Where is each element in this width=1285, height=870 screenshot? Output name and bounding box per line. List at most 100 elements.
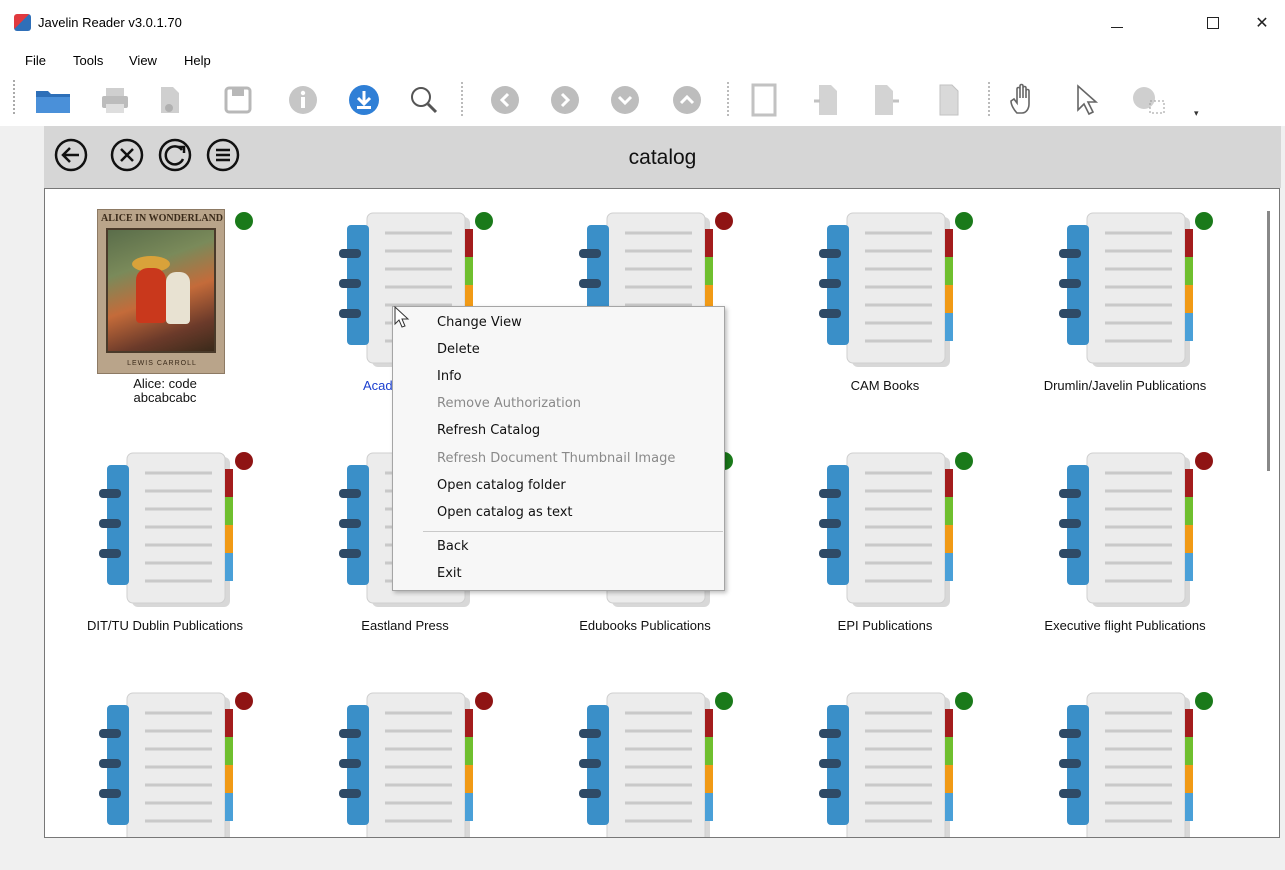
mouse-cursor-icon — [394, 306, 410, 328]
open-folder-icon — [36, 91, 70, 113]
catalog-thumbnail[interactable] — [87, 679, 242, 837]
catalog-thumbnail[interactable] — [1047, 679, 1202, 837]
context-menu: Change View Delete Info Remove Authoriza… — [392, 306, 725, 591]
menu-item-exit[interactable]: Exit — [437, 566, 462, 581]
minimize-icon — [1111, 26, 1123, 28]
status-area — [0, 839, 1285, 870]
select-tool-icon — [1077, 84, 1099, 116]
minimize-button[interactable] — [1094, 8, 1140, 38]
menu-view[interactable]: View — [129, 53, 157, 68]
status-indicator-icon — [475, 212, 493, 230]
up-button[interactable] — [667, 80, 707, 120]
up-icon — [673, 86, 701, 114]
menu-file[interactable]: File — [25, 53, 46, 68]
catalog-tile[interactable] — [45, 679, 285, 837]
vertical-scrollbar[interactable] — [1267, 211, 1270, 471]
catalog-tile[interactable]: EPI Publications — [765, 439, 1005, 669]
menu-help[interactable]: Help — [184, 53, 211, 68]
catalog-tile[interactable] — [285, 679, 525, 837]
status-indicator-icon — [955, 692, 973, 710]
book-cover[interactable]: ALICE IN WONDERLAND LEWIS CARROLL — [97, 209, 225, 374]
page-width-icon — [939, 84, 959, 116]
catalog-thumbnail[interactable] — [807, 679, 962, 837]
catalog-thumbnail[interactable] — [1047, 439, 1202, 619]
fit-width-button[interactable] — [929, 80, 969, 120]
menu-item-delete[interactable]: Delete — [437, 342, 480, 357]
tile-label: CAM Books — [850, 378, 920, 393]
catalog-tile[interactable] — [1005, 679, 1245, 837]
previous-button[interactable] — [485, 80, 525, 120]
print-button[interactable] — [95, 80, 135, 120]
menu-item-refresh-catalog[interactable]: Refresh Catalog — [437, 423, 540, 438]
menu-item-back[interactable]: Back — [437, 539, 469, 554]
toolbar-overflow-button[interactable]: ▾ — [1194, 108, 1199, 119]
toolbar-grip[interactable] — [13, 80, 15, 116]
maximize-icon — [1207, 17, 1219, 29]
menu-item-open-catalog-folder[interactable]: Open catalog folder — [437, 478, 566, 493]
catalog-thumbnail[interactable] — [87, 439, 242, 619]
catalog-tile[interactable]: ALICE IN WONDERLAND LEWIS CARROLL Alice:… — [45, 199, 285, 429]
rotate-right-button[interactable] — [866, 80, 906, 120]
download-button[interactable] — [344, 80, 384, 120]
catalog-tile[interactable]: CAM Books — [765, 199, 1005, 429]
save-button[interactable] — [218, 80, 258, 120]
status-indicator-icon — [715, 692, 733, 710]
tile-label: Executive flight Publications — [1044, 618, 1206, 633]
catalog-tile[interactable] — [765, 679, 1005, 837]
menu-item-open-catalog-text[interactable]: Open catalog as text — [437, 505, 573, 520]
status-indicator-icon — [235, 212, 253, 230]
catalog-binder-icon — [819, 212, 953, 367]
catalog-thumbnail[interactable] — [567, 679, 722, 837]
down-button[interactable] — [605, 80, 645, 120]
tile-label: Eastland Press — [361, 618, 449, 633]
toolbar: ▾ — [0, 74, 1285, 126]
catalog-binder-icon — [1059, 212, 1193, 367]
save-icon — [224, 86, 252, 114]
catalog-tile[interactable]: Executive flight Publications — [1005, 439, 1245, 669]
menu-bar: File Tools View Help — [0, 46, 1285, 74]
catalog-thumbnail[interactable] — [807, 439, 962, 619]
cut-page-icon — [161, 87, 179, 113]
status-indicator-icon — [475, 692, 493, 710]
toolbar-separator — [461, 82, 463, 116]
catalog-tile[interactable]: Drumlin/Javelin Publications — [1005, 199, 1245, 429]
catalog-title: catalog — [628, 146, 697, 169]
menu-item-remove-authorization: Remove Authorization — [437, 396, 581, 411]
open-folder-button[interactable] — [33, 80, 73, 120]
search-button[interactable] — [404, 80, 444, 120]
fit-page-button[interactable] — [744, 80, 784, 120]
catalog-binder-icon — [819, 692, 953, 837]
toolbar-separator — [727, 82, 729, 116]
select-tool-button[interactable] — [1065, 80, 1105, 120]
info-button[interactable] — [283, 80, 323, 120]
catalog-thumbnail[interactable] — [327, 679, 482, 837]
catalog-binder-icon — [99, 692, 233, 837]
next-button[interactable] — [545, 80, 585, 120]
catalog-thumbnail[interactable] — [807, 199, 962, 379]
status-indicator-icon — [1195, 452, 1213, 470]
close-window-button[interactable]: ✕ — [1239, 8, 1285, 38]
menu-item-info[interactable]: Info — [437, 369, 462, 384]
window-title: Javelin Reader v3.0.1.70 — [38, 15, 182, 30]
info-icon — [289, 86, 317, 114]
cover-author: LEWIS CARROLL — [127, 360, 197, 367]
catalog-thumbnail[interactable] — [1047, 199, 1202, 379]
catalog-tile[interactable]: DIT/TU Dublin Publications — [45, 439, 285, 669]
hand-tool-button[interactable] — [1004, 80, 1044, 120]
zoom-tool-button[interactable] — [1128, 80, 1168, 120]
next-icon — [551, 86, 579, 114]
catalog-tile[interactable] — [525, 679, 765, 837]
menu-separator — [423, 531, 723, 532]
menu-tools[interactable]: Tools — [73, 53, 103, 68]
app-logo-icon — [14, 14, 31, 31]
zoom-tool-icon — [1133, 87, 1165, 114]
catalog-binder-icon — [579, 692, 713, 837]
status-indicator-icon — [955, 212, 973, 230]
hand-tool-icon — [1010, 83, 1030, 114]
catalog-binder-icon — [99, 452, 233, 607]
menu-item-change-view[interactable]: Change View — [437, 315, 522, 330]
extract-pages-button[interactable] — [150, 80, 190, 120]
rotate-left-button[interactable] — [806, 80, 846, 120]
maximize-button[interactable] — [1190, 8, 1236, 38]
download-icon — [349, 85, 379, 115]
